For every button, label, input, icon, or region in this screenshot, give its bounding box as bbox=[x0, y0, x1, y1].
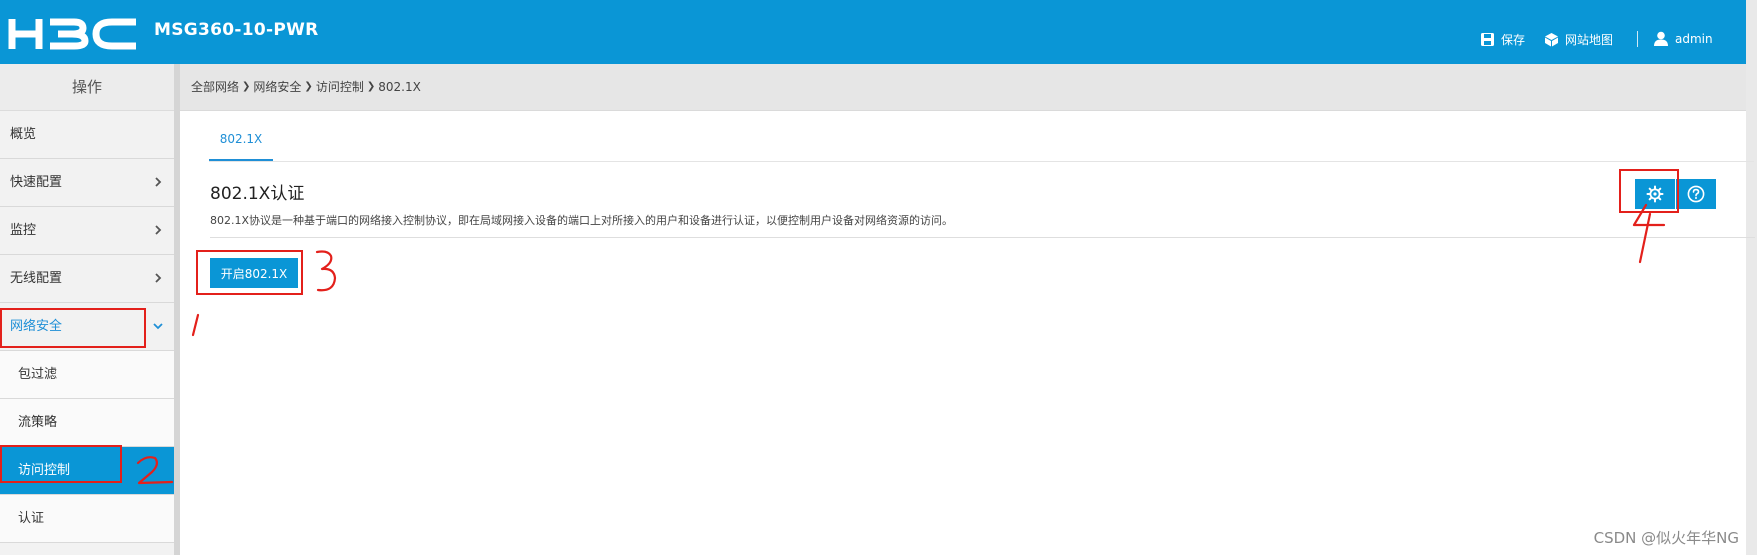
chevron-down-icon bbox=[153, 323, 163, 330]
annotation-box-network-security bbox=[0, 308, 146, 348]
top-header: MSG360-10-PWR 保存 网站地图 admin bbox=[0, 0, 1757, 64]
user-label: admin bbox=[1675, 31, 1713, 46]
main-content: 802.1X 802.1X认证 802.1X协议是一种基于端口的网络接入控制协议… bbox=[180, 111, 1755, 555]
help-button[interactable] bbox=[1676, 179, 1716, 209]
sitemap-label: 网站地图 bbox=[1565, 33, 1614, 47]
sitemap-button[interactable]: 网站地图 bbox=[1544, 31, 1613, 48]
breadcrumb-item[interactable]: 网络安全 bbox=[253, 64, 301, 110]
sidebar-subitem-label: 流策略 bbox=[18, 415, 58, 430]
section-title: 802.1X认证 bbox=[210, 184, 305, 204]
breadcrumb-item: 802.1X bbox=[378, 80, 421, 94]
section-divider bbox=[210, 237, 1755, 238]
section-description: 802.1X协议是一种基于端口的网络接入控制协议，即在局域网接入设备的端口上对所… bbox=[210, 214, 954, 227]
breadcrumb-item[interactable]: 访问控制 bbox=[316, 64, 364, 110]
chevron-right-icon: ❯ bbox=[242, 81, 251, 92]
sidebar-item-label: 概览 bbox=[10, 127, 37, 142]
sidebar-subitem-label: 认证 bbox=[18, 511, 45, 526]
save-label: 保存 bbox=[1501, 33, 1526, 47]
user-menu[interactable]: admin bbox=[1653, 31, 1713, 46]
sidebar-item-label: 快速配置 bbox=[10, 175, 63, 190]
sidebar-item-monitor[interactable]: 监控 bbox=[0, 207, 174, 255]
user-icon bbox=[1654, 31, 1668, 46]
sidebar-subitem-packet-filter[interactable]: 包过滤 bbox=[0, 351, 174, 399]
h3c-logo bbox=[8, 18, 136, 50]
chevron-right-icon bbox=[155, 177, 162, 187]
sidebar-title: 操作 bbox=[0, 64, 174, 111]
sidebar-subitem-flow-policy[interactable]: 流策略 bbox=[0, 399, 174, 447]
sidebar-subitem-authentication[interactable]: 认证 bbox=[0, 495, 174, 543]
watermark: CSDN @似火年华NG bbox=[1593, 529, 1739, 547]
breadcrumb-item[interactable]: 全部网络 bbox=[191, 64, 239, 110]
vertical-scrollbar[interactable] bbox=[1746, 0, 1757, 555]
sidebar-item-quick-config[interactable]: 快速配置 bbox=[0, 159, 174, 207]
breadcrumb-bar: 全部网络 ❯ 网络安全 ❯ 访问控制 ❯ 802.1X bbox=[180, 64, 1746, 111]
breadcrumb: 全部网络 ❯ 网络安全 ❯ 访问控制 ❯ 802.1X bbox=[191, 64, 421, 110]
chevron-right-icon bbox=[155, 273, 162, 283]
annotation-box-enable-button bbox=[196, 250, 303, 295]
chevron-right-icon bbox=[155, 225, 162, 235]
save-button[interactable]: 保存 bbox=[1480, 31, 1525, 48]
annotation-box-settings bbox=[1619, 169, 1679, 213]
sidebar-item-label: 监控 bbox=[10, 223, 37, 238]
sidebar-item-label: 无线配置 bbox=[10, 271, 63, 286]
tab-divider bbox=[209, 161, 1754, 162]
tab-802-1x[interactable]: 802.1X bbox=[209, 126, 273, 162]
annotation-box-access-control bbox=[0, 445, 122, 483]
help-circle-icon bbox=[1687, 185, 1705, 203]
chevron-right-icon: ❯ bbox=[366, 81, 376, 92]
header-divider bbox=[1637, 31, 1638, 47]
save-icon bbox=[1481, 33, 1494, 46]
chevron-right-icon: ❯ bbox=[304, 81, 313, 92]
cube-icon bbox=[1545, 33, 1558, 47]
sidebar-subitem-label: 包过滤 bbox=[18, 367, 58, 382]
sidebar-item-overview[interactable]: 概览 bbox=[0, 111, 174, 159]
device-model: MSG360-10-PWR bbox=[154, 20, 319, 40]
sidebar-item-wireless-config[interactable]: 无线配置 bbox=[0, 255, 174, 303]
